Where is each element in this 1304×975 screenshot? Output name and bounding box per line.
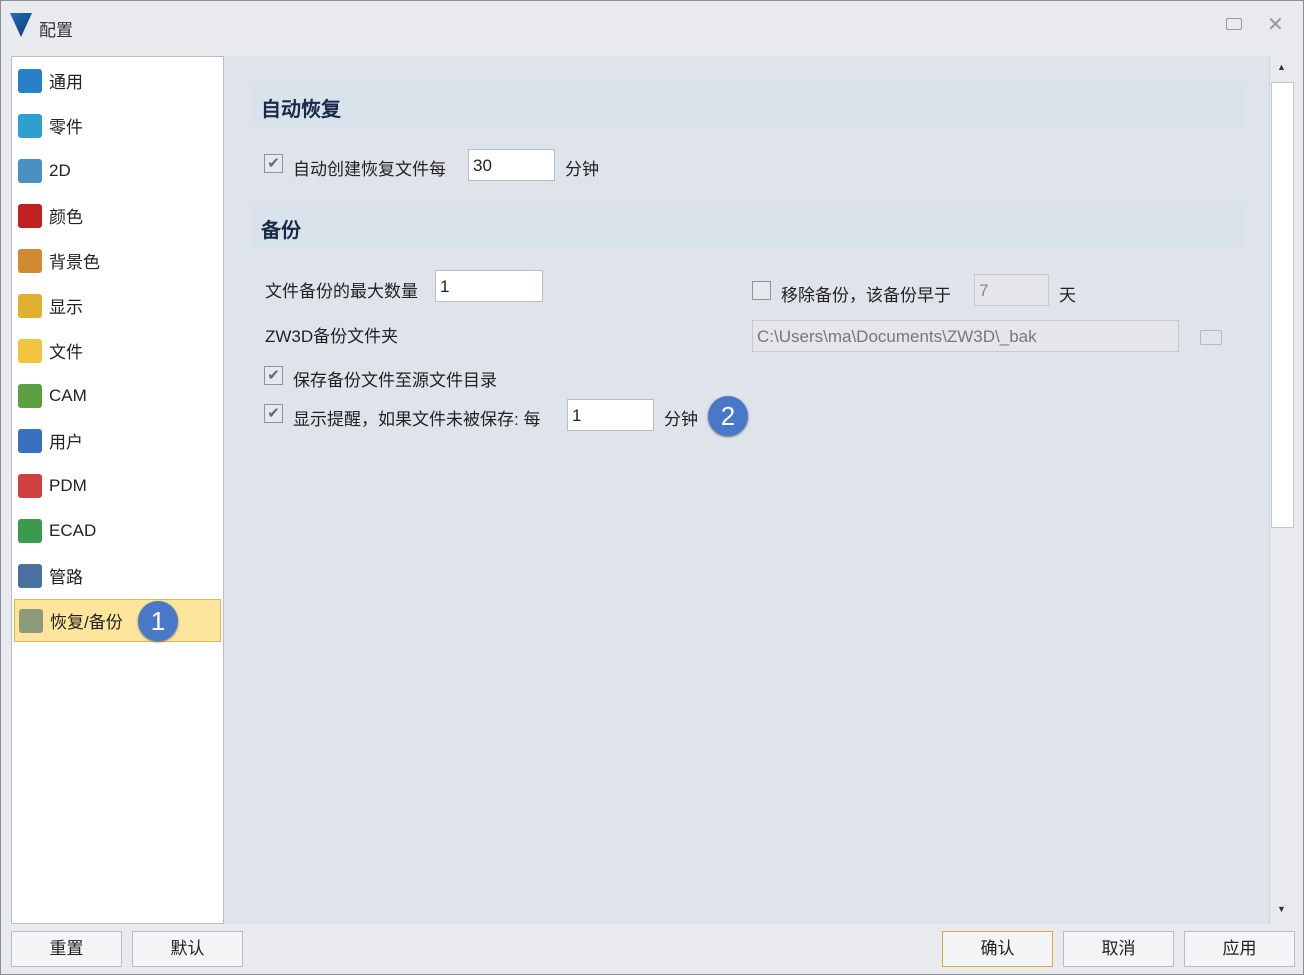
scrollbar[interactable]: ▲ ▼ (1269, 56, 1295, 924)
sidebar-item-label: 通用 (49, 73, 83, 92)
main-panel: 自动恢复 ✔ 自动创建恢复文件每 30 分钟 备份 文件备份的最大数量 1 ZW… (224, 56, 1269, 924)
step-badge-2: 2 (708, 396, 748, 436)
step-badge-1: 1 (138, 601, 178, 641)
sidebar-item[interactable]: 背景色 (14, 239, 221, 282)
sidebar-item-icon (18, 68, 42, 93)
auto-create-label: 自动创建恢复文件每 (293, 160, 446, 179)
section-auto-recovery-title: 自动恢复 (251, 83, 1243, 127)
close-icon[interactable]: ✕ (1267, 12, 1284, 37)
sidebar-item-icon (18, 428, 42, 453)
max-count-input[interactable]: 1 (435, 270, 543, 302)
help-icon[interactable] (1226, 18, 1242, 30)
remind-interval-input[interactable]: 1 (567, 399, 654, 431)
sidebar-item-label: ECAD (49, 520, 97, 540)
max-count-label: 文件备份的最大数量 (265, 282, 418, 301)
auto-create-checkbox[interactable]: ✔ (264, 154, 283, 173)
sidebar-item[interactable]: 通用 (14, 59, 221, 102)
sidebar: 通用零件 2D 颜色背景色显示文件 CAM 用户 PDM ECAD 管路恢复/备份 1 (11, 56, 224, 924)
sidebar-item-icon (18, 383, 42, 408)
days-unit-label: 天 (1059, 286, 1076, 305)
app-logo-icon (10, 13, 32, 37)
sidebar-item-icon (18, 203, 42, 228)
sidebar-item-label: 颜色 (49, 208, 83, 227)
sidebar-item[interactable]: 文件 (14, 329, 221, 372)
window-title: 配置 (39, 21, 73, 40)
remind-unit-label: 分钟 (664, 410, 698, 429)
apply-button[interactable]: 应用 (1184, 931, 1295, 967)
backup-folder-input[interactable]: C:\Users\ma\Documents\ZW3D\_bak (752, 320, 1179, 352)
sidebar-item-label: 用户 (49, 433, 83, 452)
remove-backup-checkbox[interactable] (752, 281, 771, 300)
remind-label: 显示提醒，如果文件未被保存: 每 (293, 410, 541, 429)
sidebar-item-label: CAM (49, 385, 87, 405)
ok-button[interactable]: 确认 (942, 931, 1053, 967)
sidebar-item[interactable]: 2D (14, 149, 221, 192)
sidebar-item-icon (18, 248, 42, 273)
sidebar-item[interactable]: CAM (14, 374, 221, 417)
sidebar-item-icon (18, 563, 42, 588)
sidebar-item[interactable]: ECAD (14, 509, 221, 552)
sidebar-item-label: 2D (49, 160, 71, 180)
sidebar-item-icon (18, 338, 42, 363)
save-to-source-checkbox[interactable]: ✔ (264, 366, 283, 385)
section-backup-title: 备份 (251, 204, 1243, 248)
sidebar-item[interactable]: 恢复/备份 1 (14, 599, 221, 642)
sidebar-item[interactable]: PDM (14, 464, 221, 507)
sidebar-item[interactable]: 零件 (14, 104, 221, 147)
cancel-button[interactable]: 取消 (1063, 931, 1174, 967)
sidebar-item-icon (18, 158, 42, 183)
sidebar-item-icon (18, 293, 42, 318)
save-to-source-label: 保存备份文件至源文件目录 (293, 371, 497, 390)
recovery-interval-input[interactable]: 30 (468, 149, 555, 181)
remove-backup-label: 移除备份，该备份早于 (781, 286, 951, 305)
sidebar-item[interactable]: 颜色 (14, 194, 221, 237)
sidebar-item[interactable]: 管路 (14, 554, 221, 597)
scroll-down-icon[interactable]: ▼ (1277, 904, 1286, 914)
recovery-unit-label: 分钟 (565, 160, 599, 179)
sidebar-item-label: 背景色 (49, 253, 100, 272)
sidebar-item-icon (19, 608, 43, 633)
sidebar-item-label: 零件 (49, 118, 83, 137)
default-button[interactable]: 默认 (132, 931, 243, 967)
remind-checkbox[interactable]: ✔ (264, 404, 283, 423)
sidebar-item-label: 文件 (49, 343, 83, 362)
sidebar-item-label: PDM (49, 475, 87, 495)
scroll-thumb[interactable] (1271, 82, 1294, 528)
remove-days-input[interactable]: 7 (974, 274, 1049, 306)
sidebar-item-label: 恢复/备份 (50, 613, 123, 632)
folder-browse-icon[interactable] (1200, 330, 1222, 345)
sidebar-item-icon (18, 518, 42, 543)
sidebar-item-icon (18, 113, 42, 138)
scroll-up-icon[interactable]: ▲ (1277, 62, 1286, 72)
sidebar-item[interactable]: 用户 (14, 419, 221, 462)
sidebar-item-icon (18, 473, 42, 498)
sidebar-item[interactable]: 显示 (14, 284, 221, 327)
sidebar-item-label: 显示 (49, 298, 83, 317)
backup-folder-label: ZW3D备份文件夹 (265, 327, 399, 346)
sidebar-item-label: 管路 (49, 568, 83, 587)
reset-button[interactable]: 重置 (11, 931, 122, 967)
